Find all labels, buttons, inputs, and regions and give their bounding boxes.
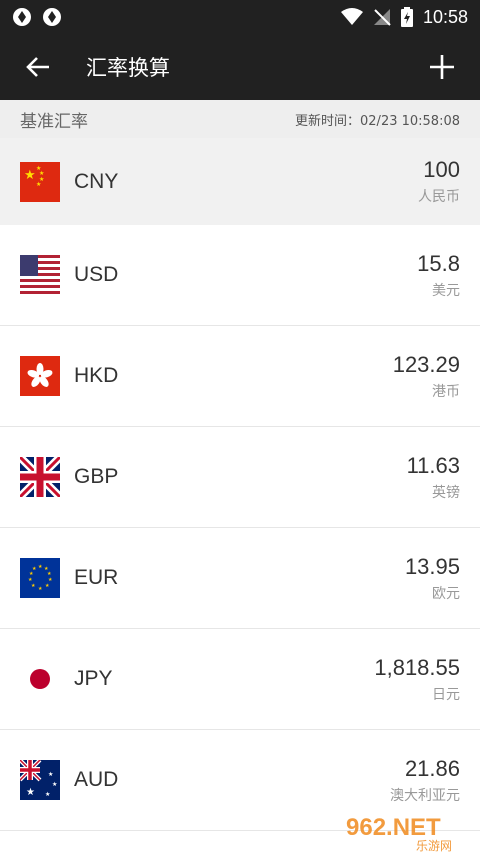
watermark-text: 962.NET <box>346 814 441 841</box>
add-currency-button[interactable] <box>422 47 462 87</box>
currency-amount: 13.95 <box>404 553 460 579</box>
svg-text:★: ★ <box>48 771 53 778</box>
svg-text:★: ★ <box>38 586 43 592</box>
currency-name: 日元 <box>432 686 460 703</box>
site-watermark-logo: 962.NET 乐游网 <box>346 814 452 853</box>
currency-row-hkd[interactable]: HKD 123.29 港币 <box>0 326 480 427</box>
svg-text:★: ★ <box>24 168 36 183</box>
currency-name: 港币 <box>432 383 460 400</box>
currency-list: ★ ★ ★ ★ ★ CNY 100 人民币 USD 15.8 美元 HKD 12… <box>0 138 480 831</box>
svg-text:★: ★ <box>52 781 57 788</box>
currency-code: HKD <box>74 364 119 387</box>
australia-flag-icon: ★ ★ ★ ★ <box>20 760 60 800</box>
china-flag-icon: ★ ★ ★ ★ ★ <box>20 161 60 202</box>
base-rate-label: 基准汇率 <box>20 111 88 132</box>
currency-name: 人民币 <box>418 189 460 205</box>
currency-amount: 21.86 <box>404 755 460 781</box>
svg-text:★: ★ <box>36 181 41 188</box>
wifi-icon <box>340 8 363 25</box>
currency-code: CNY <box>74 169 119 193</box>
sync-icon <box>43 8 61 26</box>
currency-name: 美元 <box>432 282 460 299</box>
uk-flag-icon <box>20 457 60 497</box>
currency-row-eur[interactable]: ★ ★ ★ ★ ★ ★ ★ ★ ★ ★ EUR 13.95 欧元 <box>0 528 480 629</box>
watermark-subtext: 乐游网 <box>416 839 452 853</box>
base-rate-header: 基准汇率 更新时间：02/23 10:58:08 <box>0 100 480 138</box>
currency-row-gbp[interactable]: GBP 11.63 英镑 <box>0 427 480 528</box>
currency-name: 英镑 <box>432 484 460 501</box>
currency-row-jpy[interactable]: JPY 1,818.55 日元 <box>0 629 480 730</box>
currency-amount: 100 <box>423 157 460 182</box>
usa-flag-icon <box>20 255 60 295</box>
arrow-left-icon <box>26 57 49 77</box>
svg-text:★: ★ <box>28 577 33 583</box>
svg-text:★: ★ <box>32 566 37 572</box>
currency-amount: 123.29 <box>392 351 460 377</box>
currency-amount: 1,818.55 <box>374 654 460 680</box>
svg-text:★: ★ <box>31 583 36 589</box>
currency-code: JPY <box>74 667 113 690</box>
sync-icon <box>13 8 31 26</box>
currency-amount: 11.63 <box>406 452 460 478</box>
plus-icon <box>430 55 454 79</box>
svg-text:★: ★ <box>38 564 43 570</box>
svg-text:★: ★ <box>26 787 35 798</box>
currency-row-usd[interactable]: USD 15.8 美元 <box>0 225 480 326</box>
update-time: 更新时间：02/23 10:58:08 <box>295 113 460 129</box>
currency-code: AUD <box>74 768 119 791</box>
currency-code: EUR <box>74 566 119 589</box>
no-signal-icon <box>373 9 391 26</box>
currency-name: 澳大利亚元 <box>390 787 460 804</box>
app-bar: 汇率换算 <box>0 34 480 100</box>
status-time: 10:58 <box>422 6 468 27</box>
page-title: 汇率换算 <box>86 56 170 80</box>
svg-text:★: ★ <box>45 583 50 589</box>
svg-text:★: ★ <box>45 791 50 798</box>
currency-code: GBP <box>74 465 119 488</box>
status-bar: 10:58 <box>0 0 480 34</box>
currency-amount: 15.8 <box>417 250 460 276</box>
japan-flag-icon <box>20 659 60 699</box>
currency-code: USD <box>74 263 119 286</box>
battery-charging-icon <box>400 7 413 27</box>
currency-row-cny[interactable]: ★ ★ ★ ★ ★ CNY 100 人民币 <box>0 138 480 225</box>
eu-flag-icon: ★ ★★ ★★★ ★★★ ★ <box>20 558 60 598</box>
back-button[interactable] <box>18 47 58 87</box>
hongkong-flag-icon <box>20 356 60 396</box>
currency-name: 欧元 <box>432 585 460 602</box>
